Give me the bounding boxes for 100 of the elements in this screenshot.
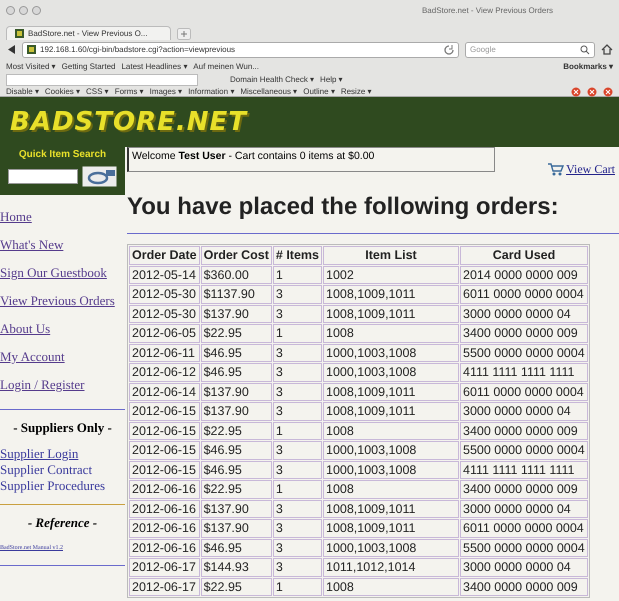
toolbar-menu[interactable]: Forms ▾ <box>114 87 144 96</box>
new-tab-button[interactable] <box>177 28 191 40</box>
column-header: Item List <box>323 246 459 264</box>
table-cell: $137.90 <box>200 304 272 323</box>
view-cart-link[interactable]: View Cart <box>547 155 615 183</box>
column-header: Card Used <box>460 246 588 264</box>
supplier-link[interactable]: Supplier Contract <box>0 462 125 478</box>
page-heading: You have placed the following orders: <box>127 193 619 234</box>
table-cell: 1008,1009,1011 <box>323 402 459 420</box>
table-cell: 1000,1003,1008 <box>323 441 459 460</box>
toolbar-menu[interactable]: Miscellaneous ▾ <box>240 87 298 96</box>
home-icon[interactable] <box>601 44 613 55</box>
supplier-link[interactable]: Supplier Login <box>0 446 125 462</box>
table-cell: $137.90 <box>200 500 272 518</box>
table-cell: 6011 0000 0000 0004 <box>460 519 588 538</box>
nav-link[interactable]: View Previous Orders <box>0 293 125 321</box>
table-cell: 3400 0000 0000 009 <box>460 422 588 440</box>
bookmark-item[interactable]: Getting Started <box>62 62 116 70</box>
table-cell: 1008,1009,1011 <box>323 285 459 304</box>
table-cell: 3 <box>272 519 322 538</box>
item-search-field[interactable] <box>8 169 78 184</box>
table-cell: 1000,1003,1008 <box>323 344 459 362</box>
supplier-link[interactable]: Supplier Procedures <box>0 478 125 494</box>
table-cell: 4111 1111 1111 1111 <box>460 460 588 479</box>
bookmark-item[interactable]: Most Visited ▾ <box>6 62 56 70</box>
section-heading: - Reference - <box>26 514 98 532</box>
table-cell: 2012-05-14 <box>129 266 200 284</box>
column-header: # Items <box>272 246 322 264</box>
table-cell: $46.95 <box>200 344 272 362</box>
table-cell: 1008,1009,1011 <box>323 500 459 518</box>
table-cell: 2012-06-17 <box>129 578 200 596</box>
toolbar-menu[interactable]: Outline ▾ <box>303 87 335 96</box>
toolbar-item[interactable]: Domain Health Check ▾ <box>230 75 314 84</box>
toolbar-menu[interactable]: Disable ▾ <box>6 87 39 96</box>
table-cell: $22.95 <box>200 578 272 596</box>
reload-icon[interactable] <box>444 44 454 54</box>
table-cell: $137.90 <box>200 382 272 401</box>
nav-link[interactable]: Login / Register <box>0 377 125 405</box>
table-cell: 3 <box>272 441 322 460</box>
table-cell: 5500 0000 0000 0004 <box>460 538 588 557</box>
toolbar-menu[interactable]: CSS ▾ <box>86 87 109 96</box>
table-cell: 1 <box>272 578 322 596</box>
table-cell: 2012-06-16 <box>129 500 200 518</box>
toolbar-menu[interactable]: Cookies ▾ <box>44 87 80 96</box>
close-icon[interactable] <box>603 86 613 96</box>
table-cell: 1008,1009,1011 <box>323 382 459 401</box>
search-button[interactable] <box>82 166 117 187</box>
close-icon[interactable] <box>587 86 597 96</box>
table-cell: $22.95 <box>200 324 272 342</box>
browser-tab[interactable]: BadStore.net - View Previous O... <box>6 26 171 40</box>
table-cell: 2012-06-15 <box>129 460 200 479</box>
table-cell: 3 <box>272 402 322 420</box>
table-cell: 1000,1003,1008 <box>323 460 459 479</box>
table-cell: 5500 0000 0000 0004 <box>460 344 588 362</box>
table-cell: 3000 0000 0000 04 <box>460 402 588 420</box>
bookmarks-menu[interactable]: Bookmarks ▾ <box>563 62 613 70</box>
nav-link[interactable]: My Account <box>0 349 125 377</box>
bookmark-item[interactable]: Latest Headlines ▾ <box>121 62 188 70</box>
nav-link[interactable]: Sign Our Guestbook <box>0 265 125 293</box>
table-cell: 3 <box>272 363 322 382</box>
table-cell: 2012-06-16 <box>129 519 200 538</box>
table-cell: 2012-06-15 <box>129 441 200 460</box>
table-cell: 2012-06-15 <box>129 402 200 420</box>
close-icon[interactable] <box>571 86 581 96</box>
table-cell: 3 <box>272 382 322 401</box>
table-cell: $360.00 <box>200 266 272 284</box>
table-cell: 1 <box>272 422 322 440</box>
table-cell: 2012-05-30 <box>129 285 200 304</box>
table-cell: $22.95 <box>200 480 272 498</box>
table-cell: 3 <box>272 460 322 479</box>
bookmark-item[interactable]: Auf meinen Wun... <box>193 62 259 70</box>
table-cell: 3 <box>272 344 322 362</box>
toolbar-item[interactable]: Help ▾ <box>320 75 343 84</box>
address-bar[interactable]: 192.168.1.60/cgi-bin/badstore.cgi?action=viewprevious <box>22 42 459 58</box>
table-cell: 3 <box>272 304 322 323</box>
nav-link[interactable]: What's New <box>0 237 125 265</box>
nav-link[interactable]: About Us <box>0 321 125 349</box>
nav-link[interactable]: Home <box>0 209 125 237</box>
table-cell: 1008,1009,1011 <box>323 519 459 538</box>
back-icon[interactable] <box>6 44 16 55</box>
table-cell: 2012-06-15 <box>129 422 200 440</box>
toolbar-search-field[interactable] <box>6 74 198 86</box>
table-cell: 3000 0000 0000 04 <box>460 558 588 576</box>
table-cell: 1000,1003,1008 <box>323 363 459 382</box>
table-cell: 1011,1012,1014 <box>323 558 459 576</box>
table-cell: $1137.90 <box>200 285 272 304</box>
search-label: Quick Item Search <box>18 149 106 160</box>
toolbar-menu[interactable]: Resize ▾ <box>340 87 372 96</box>
table-cell: 1008 <box>323 324 459 342</box>
table-cell: 2012-06-16 <box>129 538 200 557</box>
table-cell: 2014 0000 0000 009 <box>460 266 588 284</box>
toolbar-menu[interactable]: Information ▾ <box>188 87 234 96</box>
table-cell: 1002 <box>323 266 459 284</box>
toolbar-menu[interactable]: Images ▾ <box>150 87 182 96</box>
table-cell: 1008,1009,1011 <box>323 304 459 323</box>
table-cell: 2012-06-12 <box>129 363 200 382</box>
table-cell: 2012-06-16 <box>129 480 200 498</box>
table-cell: 3000 0000 0000 04 <box>460 304 588 323</box>
table-cell: $46.95 <box>200 363 272 382</box>
welcome-message: Welcome Test User - Cart contains 0 items at $0.00 <box>127 147 495 172</box>
